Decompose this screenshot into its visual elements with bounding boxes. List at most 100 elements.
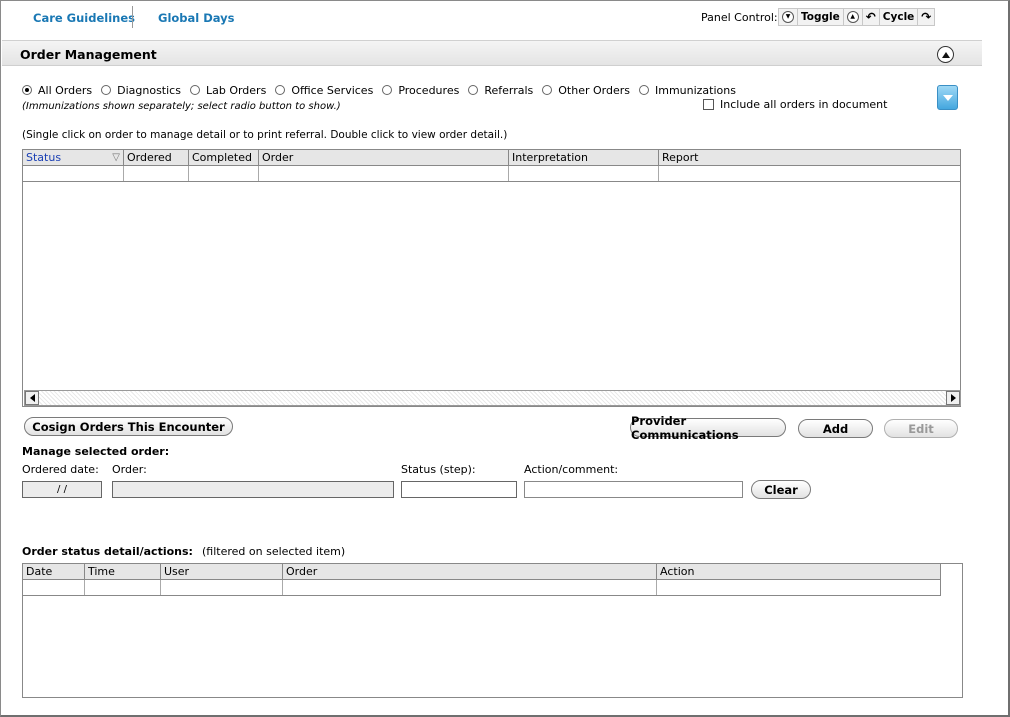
chevron-down-icon: ▼ xyxy=(782,11,794,23)
status-detail-table[interactable]: Date Time User Order Action xyxy=(22,563,963,698)
column-header-time[interactable]: Time xyxy=(85,564,161,579)
column-header-order[interactable]: Order xyxy=(259,150,509,165)
checkbox-unchecked-icon xyxy=(703,99,714,110)
radio-label: Other Orders xyxy=(558,83,630,97)
status-detail-filter-note: (filtered on selected item) xyxy=(202,545,346,558)
radio-checked-icon xyxy=(22,85,32,95)
expand-all-button[interactable]: ▲ xyxy=(844,9,863,25)
edit-button[interactable]: Edit xyxy=(884,419,958,438)
table-cell xyxy=(85,580,161,595)
column-header-date[interactable]: Date xyxy=(23,564,85,579)
radio-label: Diagnostics xyxy=(117,83,181,97)
collapse-all-button[interactable]: ▼ xyxy=(779,9,798,25)
radio-label: All Orders xyxy=(38,83,93,97)
radio-lab-orders[interactable]: Lab Orders xyxy=(189,83,267,97)
column-header-action[interactable]: Action xyxy=(657,564,940,579)
column-header-status[interactable]: Status ▽ xyxy=(23,150,124,165)
radio-unchecked-icon xyxy=(638,85,649,95)
column-header-ordered[interactable]: Ordered xyxy=(124,150,189,165)
undo-arrow-icon: ↶ xyxy=(865,10,876,24)
status-detail-title: Order status detail/actions: xyxy=(22,545,193,558)
status-step-field[interactable] xyxy=(401,481,517,498)
radio-label: Referrals xyxy=(484,83,534,97)
table-cell xyxy=(124,166,189,181)
table-cell xyxy=(657,580,940,595)
column-label: Status xyxy=(26,151,62,164)
radio-label: Procedures xyxy=(398,83,460,97)
table-cell xyxy=(189,166,259,181)
scroll-right-button[interactable] xyxy=(946,391,960,405)
undo-button[interactable]: ↶ xyxy=(863,9,880,25)
order-type-filter: All Orders Diagnostics Lab Orders Office… xyxy=(22,83,745,97)
add-button[interactable]: Add xyxy=(798,419,873,438)
radio-procedures[interactable]: Procedures xyxy=(382,84,459,97)
column-header-user[interactable]: User xyxy=(161,564,283,579)
radio-unchecked-icon xyxy=(382,85,393,95)
status-step-label: Status (step): xyxy=(401,463,476,476)
cycle-button[interactable]: Cycle xyxy=(880,9,919,25)
redo-arrow-icon: ↷ xyxy=(921,10,932,24)
radio-unchecked-icon xyxy=(189,85,200,95)
table-cell xyxy=(509,166,659,181)
radio-other-orders[interactable]: Other Orders xyxy=(542,84,630,97)
scroll-left-button[interactable] xyxy=(25,391,39,405)
tab-global-days[interactable]: Global Days xyxy=(158,11,235,25)
collapse-section-button[interactable] xyxy=(937,46,954,63)
section-header: Order Management xyxy=(2,40,982,66)
immunizations-note: (Immunizations shown separately; select … xyxy=(22,101,341,112)
expand-options-button[interactable] xyxy=(937,85,958,110)
toggle-button[interactable]: Toggle xyxy=(798,9,844,25)
radio-all-orders[interactable]: All Orders xyxy=(22,84,92,97)
table-row[interactable] xyxy=(23,580,941,596)
radio-office-services[interactable]: Office Services xyxy=(275,84,373,97)
chevron-up-icon: ▲ xyxy=(846,11,859,23)
column-header-order[interactable]: Order xyxy=(283,564,657,579)
table-row[interactable] xyxy=(23,166,960,182)
chevron-down-icon xyxy=(942,94,953,101)
order-label: Order: xyxy=(112,463,147,476)
arrow-right-icon xyxy=(950,394,956,402)
include-all-orders-label: Include all orders in document xyxy=(720,98,888,111)
section-title: Order Management xyxy=(20,47,157,62)
orders-table[interactable]: Status ▽ Ordered Completed Order Interpr… xyxy=(22,149,961,407)
chevron-up-icon xyxy=(941,51,950,58)
table-cell xyxy=(283,580,657,595)
radio-referrals[interactable]: Referrals xyxy=(468,84,533,97)
ordered-date-field[interactable]: / / xyxy=(22,481,102,498)
column-header-completed[interactable]: Completed xyxy=(189,150,259,165)
radio-unchecked-icon xyxy=(101,85,112,95)
redo-button[interactable]: ↷ xyxy=(918,9,934,25)
panel-control-label: Panel Control: xyxy=(701,11,778,24)
provider-communications-button[interactable]: Provider Communications xyxy=(630,414,786,442)
radio-label: Lab Orders xyxy=(205,83,267,97)
table-cell xyxy=(259,166,509,181)
tab-care-guidelines[interactable]: Care Guidelines xyxy=(33,11,135,25)
radio-unchecked-icon xyxy=(468,85,479,95)
radio-label: Immunizations xyxy=(654,83,736,97)
action-comment-label: Action/comment: xyxy=(524,463,619,476)
order-field[interactable] xyxy=(112,481,394,498)
filter-funnel-icon[interactable]: ▽ xyxy=(112,150,120,165)
column-header-interpretation[interactable]: Interpretation xyxy=(509,150,659,165)
panel-control-group: ▼ Toggle ▲ ↶ Cycle ↷ xyxy=(778,8,936,26)
clear-button[interactable]: Clear xyxy=(751,480,811,499)
orders-table-header: Status ▽ Ordered Completed Order Interpr… xyxy=(23,150,960,166)
action-comment-field[interactable] xyxy=(524,481,743,498)
orders-horizontal-scrollbar[interactable] xyxy=(24,390,961,406)
table-cell xyxy=(23,166,124,181)
status-detail-header: Date Time User Order Action xyxy=(23,564,941,580)
radio-immunizations[interactable]: Immunizations xyxy=(638,83,736,97)
nav-separator xyxy=(132,6,133,28)
instructions-text: (Single click on order to manage detail … xyxy=(22,129,508,141)
table-cell xyxy=(161,580,283,595)
column-header-report[interactable]: Report xyxy=(659,150,960,165)
radio-unchecked-icon xyxy=(275,85,286,95)
radio-label: Office Services xyxy=(291,83,374,97)
ordered-date-label: Ordered date: xyxy=(22,463,99,476)
table-cell xyxy=(23,580,85,595)
table-cell xyxy=(659,166,960,181)
include-all-orders-checkbox[interactable]: Include all orders in document xyxy=(703,98,887,111)
radio-unchecked-icon xyxy=(542,85,553,95)
cosign-orders-button[interactable]: Cosign Orders This Encounter xyxy=(24,417,233,436)
radio-diagnostics[interactable]: Diagnostics xyxy=(101,84,181,97)
